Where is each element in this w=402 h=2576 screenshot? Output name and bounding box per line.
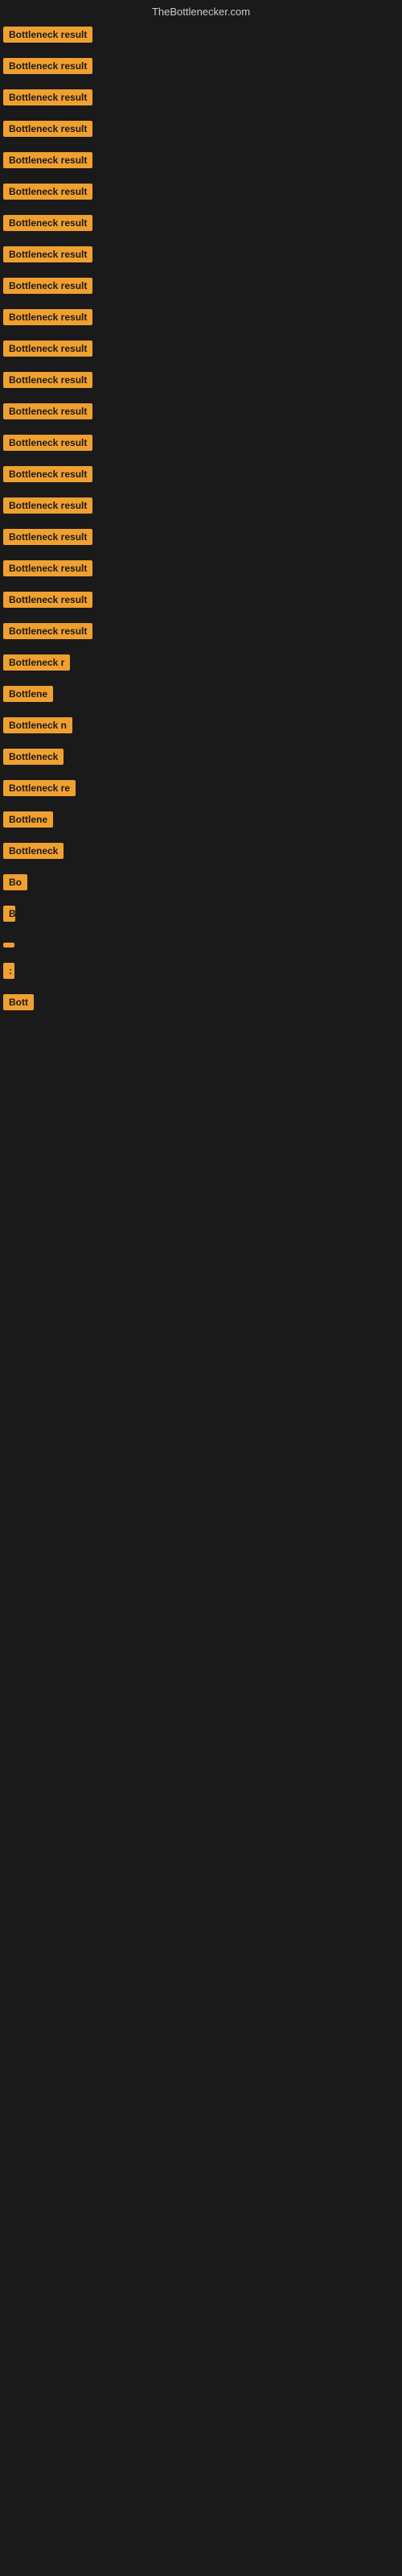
result-row: Bottleneck result (0, 178, 402, 209)
result-row: Bottleneck re (0, 774, 402, 806)
bottleneck-badge[interactable]: Bottleneck result (3, 278, 92, 294)
bottleneck-badge[interactable]: Bo (3, 874, 27, 890)
result-row: Bottlene (0, 806, 402, 837)
bottleneck-badge[interactable]: Bottleneck result (3, 309, 92, 325)
result-row: Bottleneck result (0, 586, 402, 617)
result-row: Bottleneck (0, 743, 402, 774)
result-row: : (0, 957, 402, 989)
result-row: Bottleneck result (0, 21, 402, 52)
bottleneck-badge[interactable]: Bottleneck n (3, 717, 72, 733)
bottleneck-badge[interactable]: Bottleneck result (3, 89, 92, 105)
result-row: Bottleneck result (0, 335, 402, 366)
bottleneck-badge[interactable]: Bott (3, 994, 34, 1010)
bottleneck-badge[interactable]: Bottlene (3, 811, 53, 828)
bottleneck-badge[interactable]: Bottleneck result (3, 215, 92, 231)
result-row: Bottleneck result (0, 115, 402, 147)
result-row: Bottleneck result (0, 241, 402, 272)
result-row: Bottleneck result (0, 303, 402, 335)
result-row: Bottleneck result (0, 147, 402, 178)
bottleneck-badge[interactable]: Bottleneck result (3, 246, 92, 262)
result-row: Bottleneck result (0, 84, 402, 115)
bottleneck-badge[interactable]: Bottleneck result (3, 121, 92, 137)
result-row: Bottleneck r (0, 649, 402, 680)
result-row: Bottleneck n (0, 712, 402, 743)
result-row: Bottleneck result (0, 555, 402, 586)
result-row: Bottleneck result (0, 617, 402, 649)
result-row: Bottlene (0, 680, 402, 712)
bottleneck-badge[interactable]: Bottleneck (3, 843, 64, 859)
bottleneck-badge[interactable]: Bottleneck result (3, 466, 92, 482)
result-row: Bo (0, 869, 402, 900)
bottleneck-badge[interactable]: Bottleneck result (3, 58, 92, 74)
bottleneck-badge[interactable]: Bottleneck result (3, 152, 92, 168)
bottleneck-badge[interactable]: Bottleneck result (3, 435, 92, 451)
bottleneck-badge[interactable]: Bottleneck re (3, 780, 76, 796)
site-title: TheBottlenecker.com (152, 6, 250, 18)
bottleneck-badge[interactable]: Bottleneck result (3, 497, 92, 514)
bottleneck-badge[interactable]: : (3, 963, 14, 979)
bottleneck-badge[interactable]: Bottleneck result (3, 372, 92, 388)
result-row: Bottleneck result (0, 429, 402, 460)
result-row: Bott (0, 989, 402, 1020)
bottleneck-badge[interactable] (3, 943, 14, 947)
result-row: Bottleneck result (0, 492, 402, 523)
bottleneck-badge[interactable]: Bottleneck result (3, 560, 92, 576)
bottleneck-badge[interactable]: Bottleneck r (3, 654, 70, 671)
bottleneck-badge[interactable]: Bottleneck result (3, 623, 92, 639)
result-row: Bottleneck result (0, 209, 402, 241)
result-row: Bottleneck (0, 837, 402, 869)
bottleneck-badge[interactable]: Bottleneck result (3, 341, 92, 357)
result-row: Bottleneck result (0, 366, 402, 398)
bottleneck-badge[interactable]: Bottleneck result (3, 529, 92, 545)
result-row: Bottleneck result (0, 398, 402, 429)
result-row: Bottleneck result (0, 52, 402, 84)
bottleneck-badge[interactable]: Bottleneck result (3, 27, 92, 43)
result-row: Bottleneck result (0, 460, 402, 492)
bottleneck-badge[interactable]: Bottleneck result (3, 592, 92, 608)
site-title-wrapper: TheBottlenecker.com (0, 0, 402, 21)
result-row: Bottleneck result (0, 272, 402, 303)
result-row: Bottleneck result (0, 523, 402, 555)
bottleneck-badge[interactable]: Bottlene (3, 686, 53, 702)
result-row (0, 931, 402, 957)
bottleneck-badge[interactable]: Bottleneck (3, 749, 64, 765)
result-row: B (0, 900, 402, 931)
bottleneck-badge[interactable]: B (3, 906, 15, 922)
bottleneck-badge[interactable]: Bottleneck result (3, 184, 92, 200)
bottleneck-badge[interactable]: Bottleneck result (3, 403, 92, 419)
